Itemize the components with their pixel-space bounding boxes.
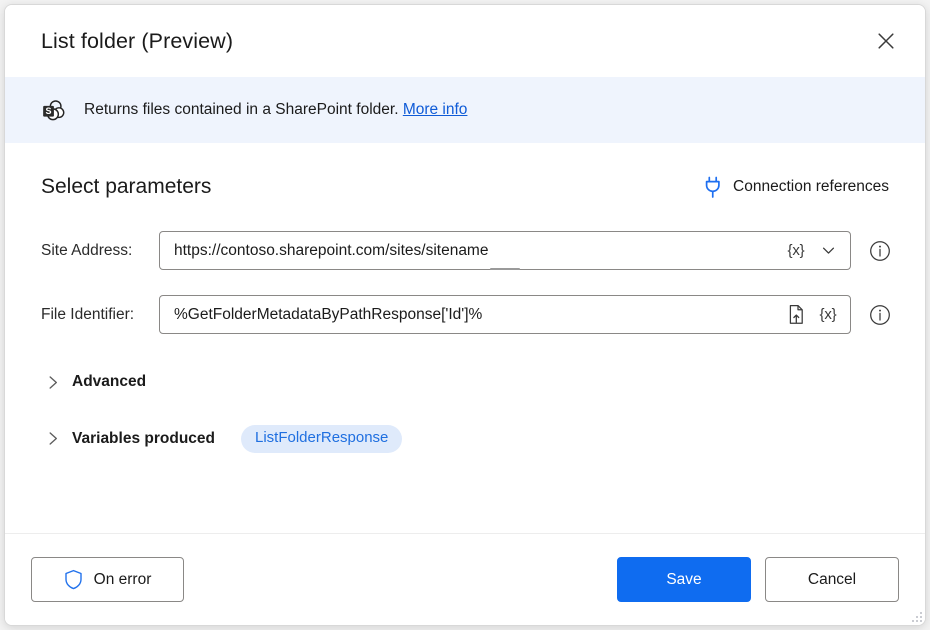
parameter-row-site-address: Site Address: https://contoso.sharepoint… — [41, 231, 889, 270]
sharepoint-icon: S — [41, 97, 67, 123]
plug-icon — [703, 176, 723, 198]
field-focus-indicator — [490, 268, 520, 270]
connection-references-button[interactable]: Connection references — [703, 176, 889, 198]
file-identifier-value[interactable]: %GetFolderMetadataByPathResponse['Id']% — [174, 306, 783, 324]
dialog-title: List folder (Preview) — [41, 29, 233, 54]
site-address-adornments: {x} — [783, 238, 841, 264]
on-error-label: On error — [94, 571, 152, 589]
save-button[interactable]: Save — [617, 557, 751, 602]
variable-pill-listfolderresponse[interactable]: ListFolderResponse — [241, 425, 402, 453]
info-icon — [869, 240, 891, 262]
more-info-link[interactable]: More info — [403, 101, 468, 118]
variable-token-button[interactable]: {x} — [815, 302, 841, 328]
expander-variables-produced[interactable]: Variables produced ListFolderResponse — [47, 425, 889, 453]
file-identifier-adornments: {x} — [783, 302, 841, 328]
chevron-right-icon — [47, 375, 59, 390]
section-title: Select parameters — [41, 175, 211, 199]
shield-icon — [64, 569, 83, 590]
file-identifier-info-button[interactable] — [868, 303, 892, 327]
list-folder-dialog: List folder (Preview) S Returns files co… — [4, 4, 926, 626]
variable-token-button[interactable]: {x} — [783, 238, 809, 264]
chevron-right-icon — [47, 431, 59, 446]
banner-description: Returns files contained in a SharePoint … — [84, 101, 399, 118]
variables-produced-label: Variables produced — [72, 430, 215, 448]
on-error-button[interactable]: On error — [31, 557, 184, 602]
file-identifier-label: File Identifier: — [41, 306, 159, 324]
site-address-info-button[interactable] — [868, 239, 892, 263]
parameter-row-file-identifier: File Identifier: %GetFolderMetadataByPat… — [41, 295, 889, 334]
expander-advanced[interactable]: Advanced — [47, 373, 889, 391]
close-button[interactable] — [865, 21, 907, 61]
file-identifier-field[interactable]: %GetFolderMetadataByPathResponse['Id']% … — [159, 295, 851, 334]
dialog-footer: On error Save Cancel — [5, 533, 925, 625]
cancel-button[interactable]: Cancel — [765, 557, 899, 602]
close-icon — [877, 32, 895, 50]
file-picker-icon[interactable] — [783, 302, 809, 328]
info-icon — [869, 304, 891, 326]
advanced-label: Advanced — [72, 373, 146, 391]
section-header: Select parameters Connection references — [41, 175, 889, 199]
info-banner: S Returns files contained in a SharePoin… — [5, 77, 925, 143]
resize-grip[interactable] — [909, 609, 922, 622]
chevron-down-icon[interactable] — [815, 238, 841, 264]
svg-text:S: S — [45, 105, 51, 115]
footer-actions: Save Cancel — [617, 557, 899, 602]
site-address-label: Site Address: — [41, 242, 159, 260]
dialog-titlebar: List folder (Preview) — [5, 5, 925, 77]
banner-text: Returns files contained in a SharePoint … — [84, 101, 467, 119]
connection-references-label: Connection references — [733, 178, 889, 196]
site-address-value[interactable]: https://contoso.sharepoint.com/sites/sit… — [174, 242, 783, 260]
dialog-body: Select parameters Connection references … — [5, 143, 925, 533]
site-address-field[interactable]: https://contoso.sharepoint.com/sites/sit… — [159, 231, 851, 270]
